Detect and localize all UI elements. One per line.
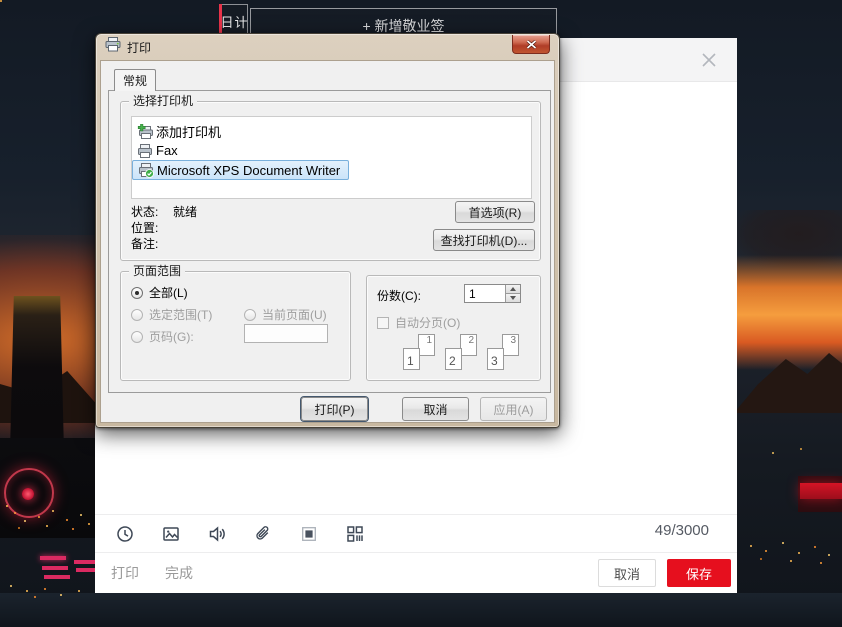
spinner-up-button[interactable] bbox=[506, 285, 520, 294]
dialog-title: 打印 bbox=[127, 40, 152, 55]
dialog-titlebar[interactable]: 打印 bbox=[96, 34, 559, 60]
radio-page-numbers: 页码(G): bbox=[131, 328, 194, 345]
image-icon[interactable] bbox=[161, 524, 181, 544]
layout-grid-icon[interactable] bbox=[345, 524, 365, 544]
radio-selection: 选定范围(T) bbox=[131, 306, 212, 323]
comment-label: 备注: bbox=[131, 237, 159, 251]
printer-list-item[interactable]: Fax bbox=[132, 141, 531, 160]
location-label: 位置: bbox=[131, 221, 159, 235]
printer-icon bbox=[137, 143, 153, 159]
group-label: 页面范围 bbox=[129, 264, 186, 278]
status-label: 状态: bbox=[131, 205, 159, 219]
page-range-group: 页面范围 全部(L) 选定范围(T) 当前页面(U) 页码(G): bbox=[120, 264, 351, 381]
checkbox-label: 自动分页(O) bbox=[395, 316, 461, 330]
tab-general[interactable]: 常规 bbox=[114, 69, 156, 91]
red-lit-building bbox=[798, 476, 842, 512]
collate-pair: 3 3 bbox=[487, 334, 519, 370]
city-lights bbox=[0, 0, 2, 2]
printer-name: Microsoft XPS Document Writer bbox=[157, 162, 341, 178]
page-icon: 1 bbox=[418, 334, 435, 356]
radio-current-page: 当前页面(U) bbox=[244, 306, 327, 323]
dialog-button-row: 打印(P) 取消 应用(A) bbox=[101, 397, 554, 423]
dialog-cancel-button[interactable]: 取消 bbox=[402, 397, 469, 421]
apply-button: 应用(A) bbox=[480, 397, 547, 421]
collate-pages-graphic: 1 1 2 2 3 3 bbox=[403, 334, 519, 370]
page-icon: 3 bbox=[487, 348, 504, 370]
collate-pair: 1 1 bbox=[403, 334, 435, 370]
sunset-band-right bbox=[734, 255, 842, 370]
status-value: 就绪 bbox=[173, 205, 198, 219]
copies-value: 1 bbox=[469, 287, 476, 301]
printer-list-item[interactable]: 添加打印机 bbox=[132, 122, 531, 141]
spinner-down-button[interactable] bbox=[506, 294, 520, 302]
dialog-client-area: 常规 选择打印机 添加打印机 Fax Microsoft XPS Documen… bbox=[100, 60, 555, 423]
down-arrow-icon bbox=[510, 296, 516, 300]
location-row: 位置: bbox=[131, 219, 173, 236]
group-label: 选择打印机 bbox=[129, 94, 198, 108]
screen: 日计 + 新增敬业签 49/3000 打印 完成 取消 保存 打印 常规 选择打… bbox=[0, 0, 842, 627]
clock-icon[interactable] bbox=[115, 524, 135, 544]
printer-name: Fax bbox=[156, 143, 178, 158]
save-button[interactable]: 保存 bbox=[667, 559, 731, 587]
page-icon: 1 bbox=[403, 348, 420, 370]
page-range-input bbox=[244, 324, 328, 343]
printer-ready-icon bbox=[138, 162, 154, 178]
status-row: 状态: 就绪 bbox=[131, 203, 197, 220]
radio-button bbox=[131, 330, 143, 343]
close-icon[interactable] bbox=[699, 50, 719, 70]
printer-title-icon bbox=[105, 37, 121, 57]
printer-name: 添加打印机 bbox=[156, 125, 222, 140]
done-link[interactable]: 完成 bbox=[165, 563, 193, 583]
preferences-button[interactable]: 首选项(R) bbox=[455, 201, 535, 223]
ferris-wheel-hub bbox=[22, 488, 34, 500]
spinner-buttons bbox=[505, 285, 520, 302]
radio-label: 页码(G): bbox=[149, 330, 194, 344]
page-icon: 2 bbox=[445, 348, 462, 370]
radio-label: 当前页面(U) bbox=[262, 308, 327, 322]
page-icon: 2 bbox=[460, 334, 477, 356]
radio-label: 全部(L) bbox=[149, 286, 188, 300]
char-counter: 49/3000 bbox=[654, 522, 709, 539]
neon-sign bbox=[40, 556, 66, 560]
select-printer-group: 选择打印机 添加打印机 Fax Microsoft XPS Document W… bbox=[120, 94, 541, 261]
filled-square-icon[interactable] bbox=[299, 524, 319, 544]
page-icon: 3 bbox=[502, 334, 519, 356]
radio-button bbox=[131, 308, 143, 321]
comment-row: 备注: bbox=[131, 235, 173, 252]
print-link[interactable]: 打印 bbox=[111, 563, 139, 583]
collate-pair: 2 2 bbox=[445, 334, 477, 370]
find-printer-button[interactable]: 查找打印机(D)... bbox=[433, 229, 535, 251]
printer-list: 添加打印机 Fax Microsoft XPS Document Writer bbox=[131, 116, 532, 199]
up-arrow-icon bbox=[510, 287, 516, 291]
radio-label: 选定范围(T) bbox=[149, 308, 213, 322]
dialog-close-button[interactable] bbox=[512, 35, 550, 54]
paperclip-icon[interactable] bbox=[253, 524, 273, 544]
printer-list-item-selected[interactable]: Microsoft XPS Document Writer bbox=[132, 160, 350, 180]
print-button[interactable]: 打印(P) bbox=[301, 397, 368, 421]
cancel-button[interactable]: 取消 bbox=[598, 559, 656, 587]
add-printer-icon bbox=[137, 123, 153, 140]
radio-button-checked bbox=[131, 286, 143, 299]
radio-button bbox=[244, 308, 256, 321]
tab-page: 选择打印机 添加打印机 Fax Microsoft XPS Document W… bbox=[108, 90, 551, 393]
harbour-water bbox=[0, 593, 842, 627]
radio-all-pages[interactable]: 全部(L) bbox=[131, 284, 188, 301]
checkbox-unchecked bbox=[377, 316, 389, 329]
print-dialog-window: 打印 常规 选择打印机 添加打印机 Fax Microsoft XPS Docu… bbox=[95, 33, 560, 428]
copies-group: 份数(C): 1 自动分页(O) 1 1 2 2 3 3 bbox=[366, 275, 541, 381]
copies-label: 份数(C): bbox=[377, 289, 421, 303]
collate-checkbox-row: 自动分页(O) bbox=[377, 314, 460, 331]
editor-footer: 打印 完成 取消 保存 bbox=[95, 553, 737, 593]
speaker-icon[interactable] bbox=[207, 524, 227, 544]
copies-spinner[interactable]: 1 bbox=[464, 284, 521, 303]
editor-toolbar bbox=[95, 514, 737, 553]
